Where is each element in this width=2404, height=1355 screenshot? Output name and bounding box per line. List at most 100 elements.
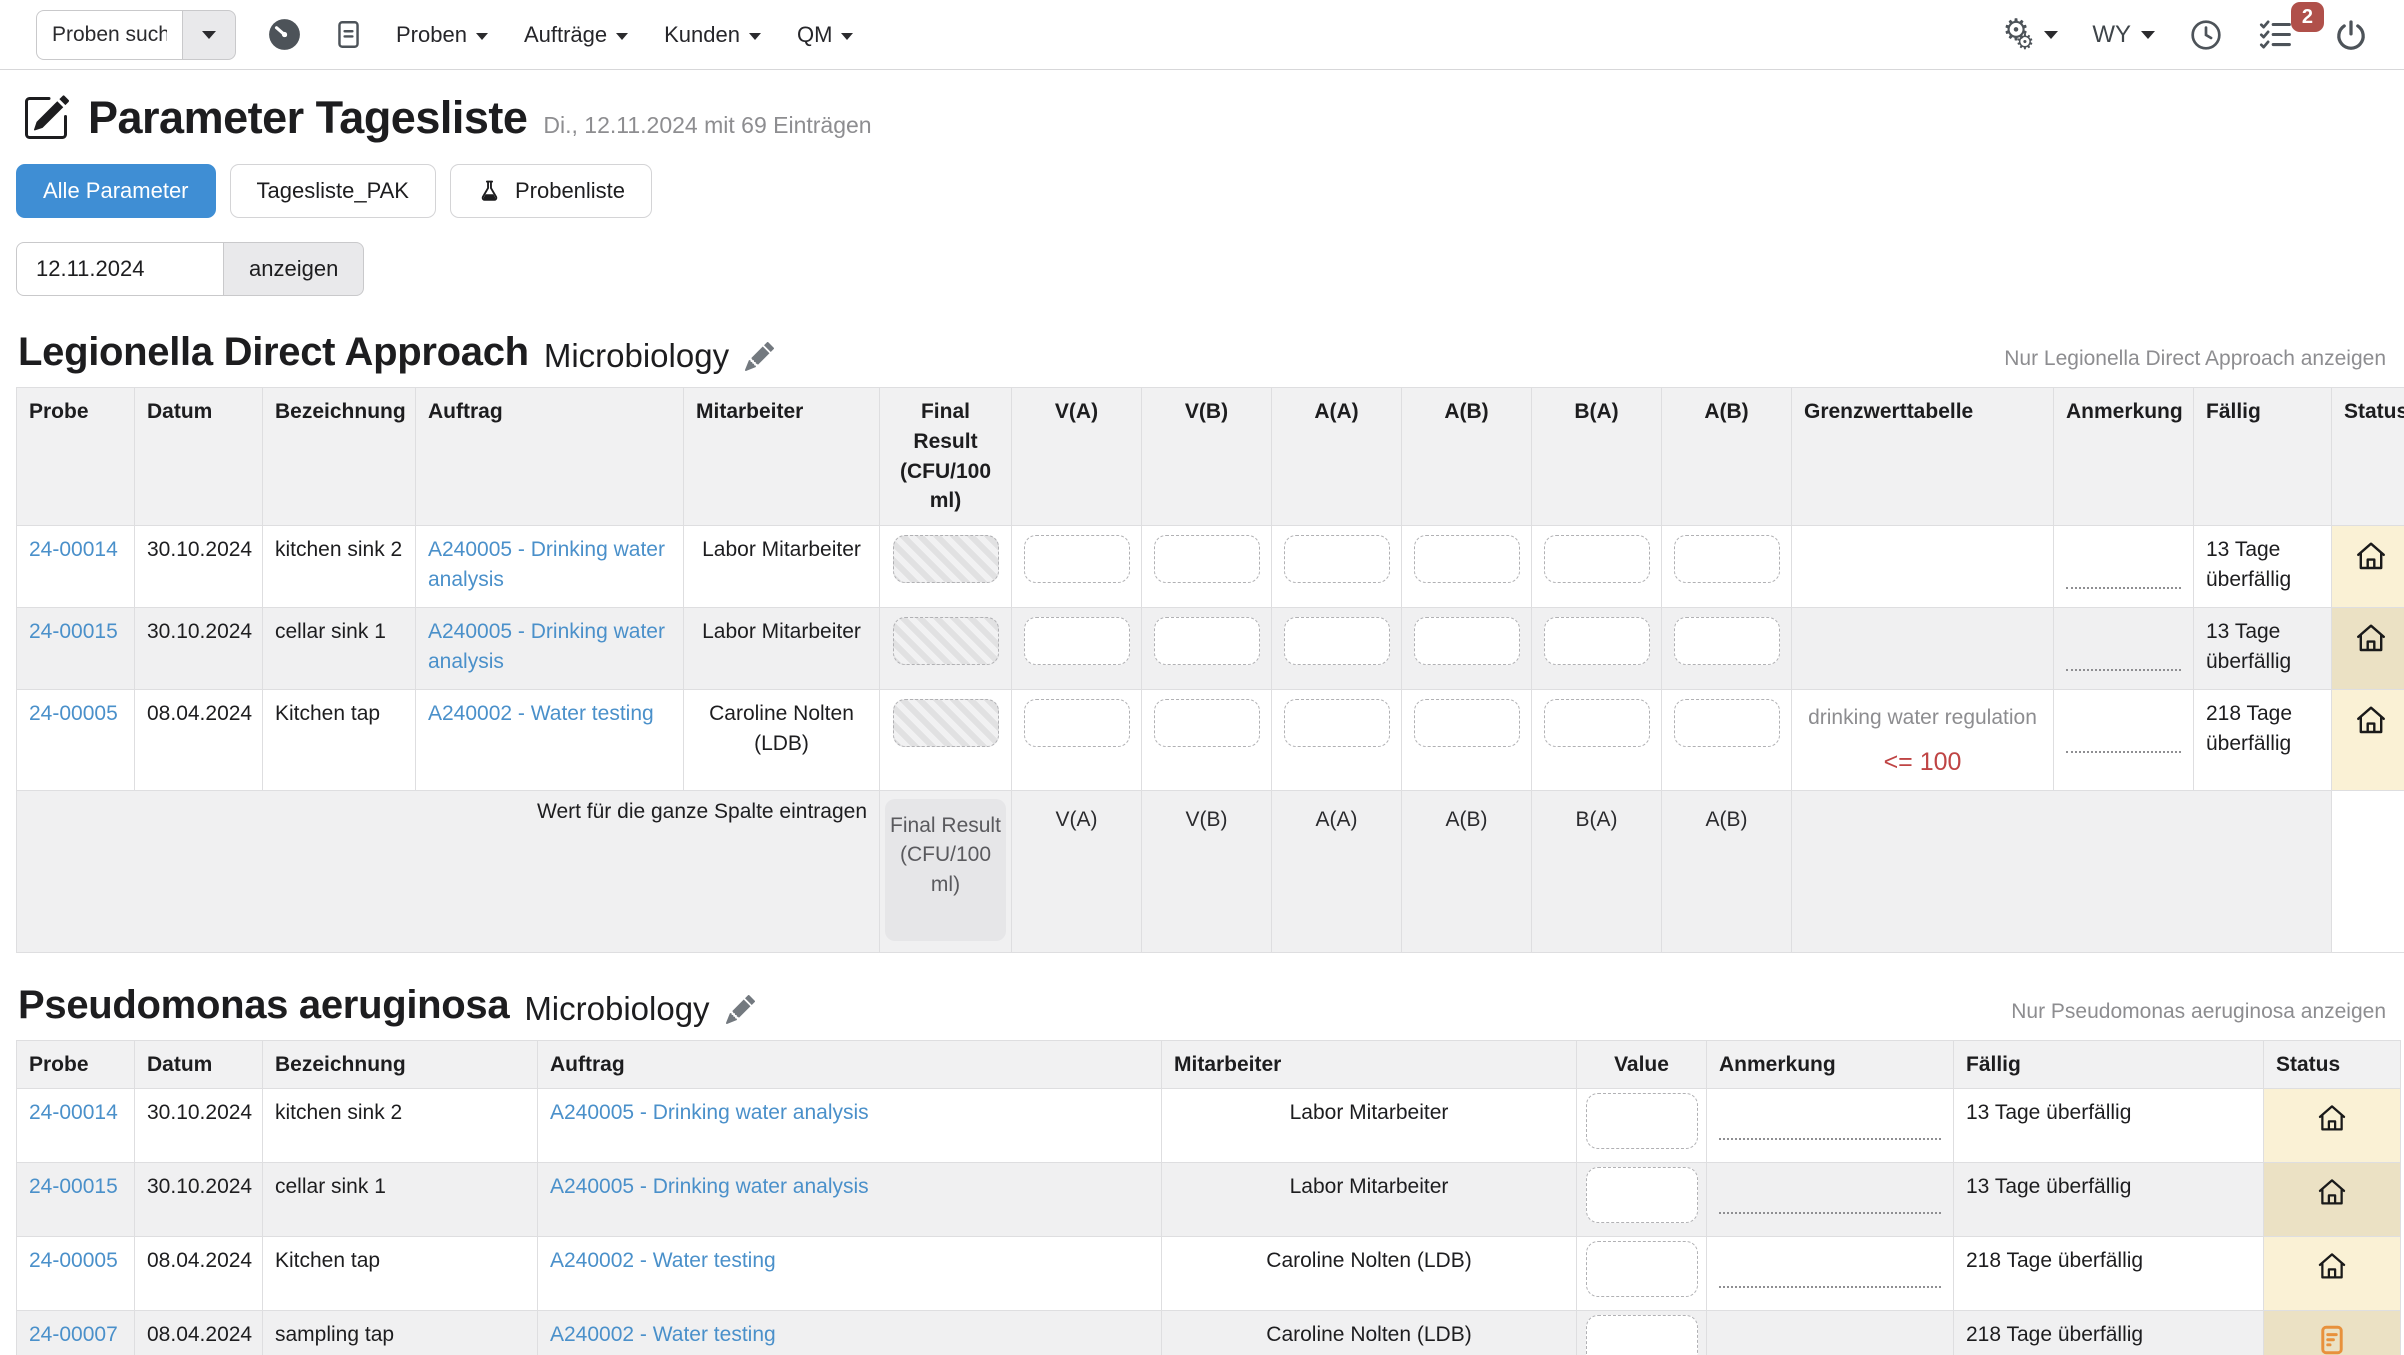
search-input[interactable] [36,10,182,60]
document-icon[interactable] [333,19,364,50]
probe-link[interactable]: 24-00014 [29,538,118,561]
auftrag-link[interactable]: A240005 - Drinking water analysis [550,1175,869,1198]
anmerkung-field[interactable] [1719,1172,1941,1214]
mitarbeiter-cell: Caroline Nolten (LDB) [684,690,880,790]
main-menu: Proben Aufträge Kunden QM [378,22,871,48]
auftrag-link[interactable]: A240005 - Drinking water analysis [428,538,665,591]
filter-only-pseudomonas-link[interactable]: Nur Pseudomonas aeruginosa anzeigen [2011,1000,2386,1028]
search-dropdown-button[interactable] [182,10,236,60]
anmerkung-field[interactable] [1719,1320,1941,1355]
probe-link[interactable]: 24-00015 [29,620,118,643]
va-input[interactable] [1024,699,1130,747]
section-category: Microbiology [524,990,709,1028]
user-menu[interactable]: WY [2092,21,2155,49]
auftrag-link[interactable]: A240002 - Water testing [428,702,654,725]
dashboard-speedometer-icon[interactable] [266,16,303,53]
pseudomonas-section-header: Pseudomonas aeruginosa Microbiology Nur … [16,983,2388,1028]
home-icon[interactable] [2276,1249,2388,1283]
status-cell [2264,1163,2401,1237]
settings-menu[interactable]: ⚙⚙ [2003,16,2059,53]
probe-link[interactable]: 24-00015 [29,1175,118,1198]
tab-tagesliste-pak[interactable]: Tagesliste_PAK [230,164,436,218]
ab-input[interactable] [1414,699,1520,747]
home-icon[interactable] [2276,1101,2388,1135]
probe-link[interactable]: 24-00007 [29,1323,118,1346]
ab-input[interactable] [1414,617,1520,665]
col-va: V(A) [1012,388,1142,526]
ba-input[interactable] [1544,535,1650,583]
ab-input[interactable] [1414,535,1520,583]
anmerkung-field[interactable] [1719,1246,1941,1288]
status-cell [2332,526,2404,608]
tab-probenliste[interactable]: Probenliste [450,164,652,218]
value-input[interactable] [1586,1241,1698,1297]
col-auftrag: Auftrag [416,388,684,526]
vb-input[interactable] [1154,699,1260,747]
home-icon[interactable] [2344,702,2398,738]
tab-alle-parameter[interactable]: Alle Parameter [16,164,216,218]
ba-input[interactable] [1544,699,1650,747]
anmerkung-field[interactable] [2066,617,2181,671]
top-navbar: Proben Aufträge Kunden QM ⚙⚙ WY [0,0,2404,70]
home-icon[interactable] [2276,1175,2388,1209]
value-input[interactable] [1586,1093,1698,1149]
value-input[interactable] [1586,1167,1698,1223]
ab2-input[interactable] [1674,699,1780,747]
logout-power-icon[interactable] [2334,18,2368,52]
ba-input[interactable] [1544,617,1650,665]
col-probe: Probe [17,388,135,526]
mitarbeiter-cell: Labor Mitarbeiter [1162,1163,1577,1237]
probe-link[interactable]: 24-00005 [29,702,118,725]
anzeigen-button[interactable]: anzeigen [224,242,364,296]
probe-link[interactable]: 24-00005 [29,1249,118,1272]
auftrag-link[interactable]: A240005 - Drinking water analysis [550,1101,869,1124]
caret-down-icon [2044,31,2058,39]
auftrag-link[interactable]: A240005 - Drinking water analysis [428,620,665,673]
va-input[interactable] [1024,535,1130,583]
anmerkung-cell [2054,690,2194,790]
edit-pencil-icon[interactable] [745,342,774,371]
col-faellig: Fällig [1954,1040,2264,1089]
ab2-input[interactable] [1674,617,1780,665]
history-clock-icon[interactable] [2189,18,2223,52]
anmerkung-field[interactable] [1719,1098,1941,1140]
va-input[interactable] [1024,617,1130,665]
col-status: Status [2332,388,2404,526]
home-icon[interactable] [2344,538,2398,574]
aa-input[interactable] [1284,699,1390,747]
final-result-input-disabled [893,617,999,665]
menu-kunden[interactable]: Kunden [646,22,779,48]
bezeichnung-cell: sampling tap [263,1310,538,1355]
auftrag-link[interactable]: A240002 - Water testing [550,1249,776,1272]
pseudomonas-header-row: Probe Datum Bezeichnung Auftrag Mitarbei… [17,1040,2401,1089]
datum-cell: 30.10.2024 [135,1089,263,1163]
faellig-cell: 218 Tage überfällig [1954,1237,2264,1311]
anmerkung-field[interactable] [2066,535,2181,589]
bulk-status-cell [2332,790,2404,952]
vb-input[interactable] [1154,617,1260,665]
journal-text-icon[interactable] [2276,1323,2388,1355]
value-input[interactable] [1586,1315,1698,1355]
bezeichnung-cell: Kitchen tap [263,690,416,790]
aa-input[interactable] [1284,617,1390,665]
navbar-right: ⚙⚙ WY 2 [2003,16,2368,53]
menu-proben[interactable]: Proben [378,22,506,48]
pseudomonas-table: Probe Datum Bezeichnung Auftrag Mitarbei… [16,1040,2401,1355]
date-input[interactable] [16,242,224,296]
vb-input[interactable] [1154,535,1260,583]
ab2-input[interactable] [1674,535,1780,583]
mitarbeiter-cell: Labor Mitarbeiter [1162,1089,1577,1163]
filter-only-legionella-link[interactable]: Nur Legionella Direct Approach anzeigen [2004,347,2386,375]
anmerkung-cell [1707,1089,1954,1163]
bulk-final-result-box: Final Result (CFU/100 ml) [885,799,1006,941]
aa-input[interactable] [1284,535,1390,583]
edit-pencil-icon[interactable] [726,995,755,1024]
anmerkung-cell [2054,526,2194,608]
probe-link[interactable]: 24-00014 [29,1101,118,1124]
tasks-list-button[interactable]: 2 [2257,16,2294,53]
auftrag-link[interactable]: A240002 - Water testing [550,1323,776,1346]
menu-qm[interactable]: QM [779,22,871,48]
anmerkung-field[interactable] [2066,699,2181,753]
home-icon[interactable] [2344,620,2398,656]
menu-auftraege[interactable]: Aufträge [506,22,646,48]
